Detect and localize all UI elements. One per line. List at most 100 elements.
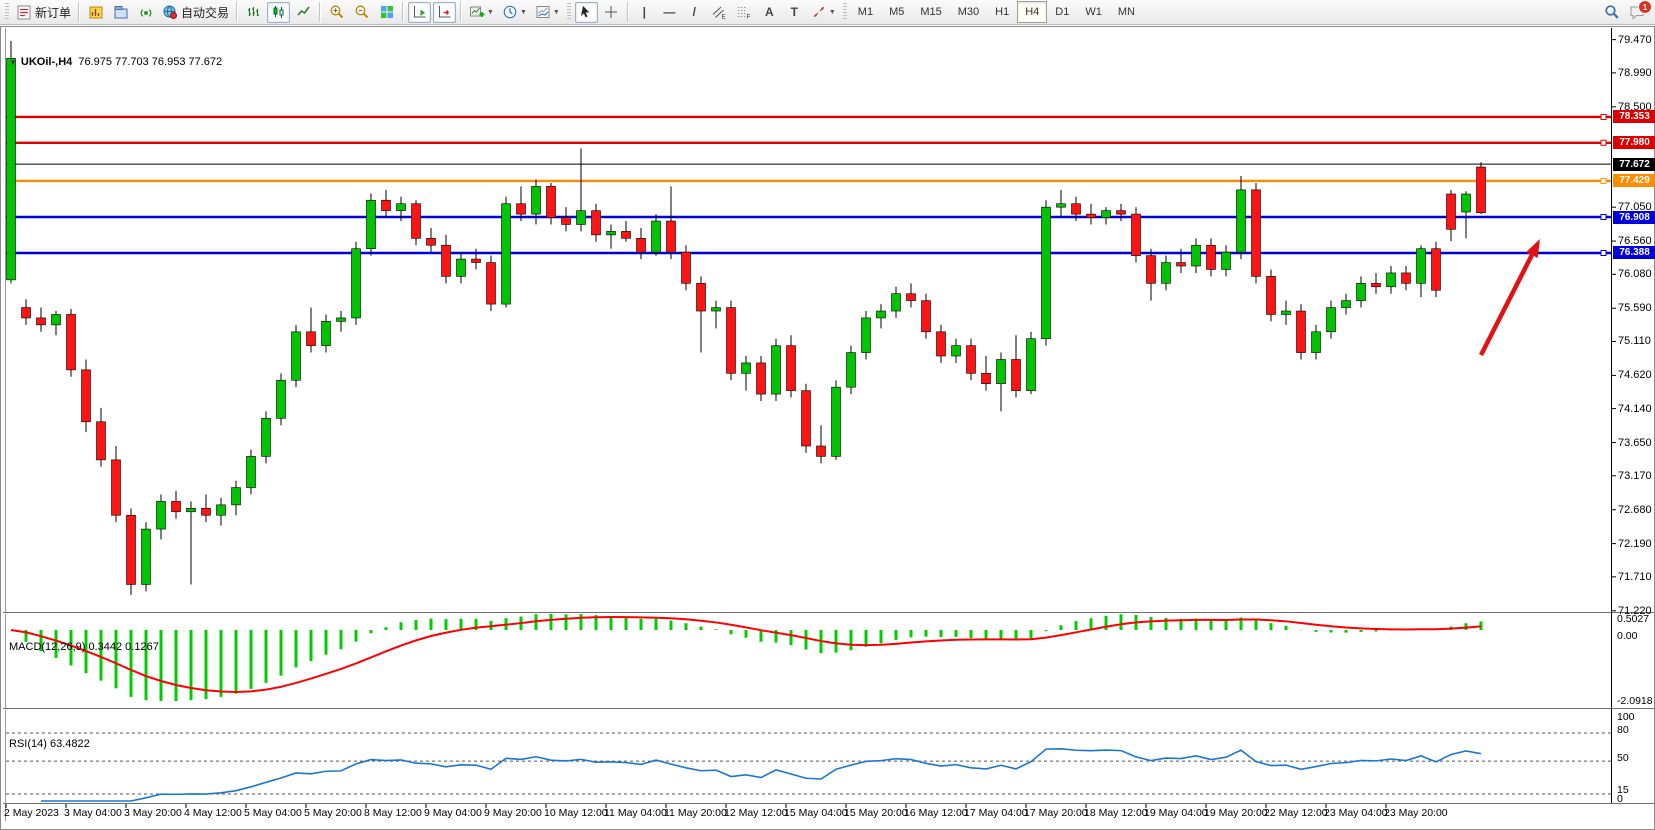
chart-shift-button[interactable] <box>433 2 456 23</box>
candle-body-up[interactable] <box>1237 190 1246 252</box>
hline-button[interactable]: — <box>658 2 681 23</box>
candle-body-down[interactable] <box>412 204 421 239</box>
candle-body-up[interactable] <box>772 346 781 394</box>
indicators-button[interactable]: ▼ <box>466 2 497 23</box>
candle-body-down[interactable] <box>592 211 601 235</box>
timeframe-button-mn[interactable]: MN <box>1110 1 1143 23</box>
profiles-button[interactable] <box>109 2 132 23</box>
candle-body-down[interactable] <box>982 373 991 383</box>
candle-body-up[interactable] <box>1342 301 1351 308</box>
candle-body-down[interactable] <box>667 221 676 252</box>
chart-window[interactable]: ▼UKOil-,H4 76.975 77.703 76.953 77.672 M… <box>0 26 1655 830</box>
chevron-down-icon[interactable]: ▼ <box>520 9 527 16</box>
candle-body-up[interactable] <box>247 456 256 487</box>
zoom-in-button[interactable] <box>325 2 348 23</box>
candle-body-down[interactable] <box>202 508 211 515</box>
candle-body-down[interactable] <box>1402 273 1411 283</box>
timeframe-button-m15[interactable]: M15 <box>912 1 949 23</box>
candle-body-up[interactable] <box>502 204 511 304</box>
line-chart-button[interactable] <box>292 2 315 23</box>
candle-body-up[interactable] <box>277 380 286 418</box>
level-line-handle[interactable] <box>1601 140 1606 145</box>
candle-body-up[interactable] <box>1357 283 1366 300</box>
candle-body-up[interactable] <box>532 186 541 214</box>
crosshair-button[interactable] <box>600 2 623 23</box>
collapse-triangle-icon[interactable]: ▼ <box>9 58 17 67</box>
market-watch-button[interactable] <box>134 2 157 23</box>
candle-body-down[interactable] <box>1087 214 1096 217</box>
candle-body-up[interactable] <box>1192 245 1201 266</box>
candle-body-up[interactable] <box>742 363 751 373</box>
candle-body-down[interactable] <box>82 370 91 422</box>
cursor-button[interactable] <box>575 2 598 23</box>
candle-body-up[interactable] <box>832 387 841 456</box>
label-button[interactable]: T <box>783 2 806 23</box>
candle-body-up[interactable] <box>337 318 346 321</box>
candle-body-up[interactable] <box>877 311 886 318</box>
periods-button[interactable]: ▼ <box>499 2 530 23</box>
timeframe-button-h1[interactable]: H1 <box>987 1 1017 23</box>
candle-body-up[interactable] <box>352 249 361 318</box>
timeframe-button-m5[interactable]: M5 <box>881 1 912 23</box>
arrows-button[interactable]: ▼ <box>808 2 839 23</box>
vline-button[interactable]: | <box>633 2 656 23</box>
candle-body-down[interactable] <box>937 332 946 356</box>
toolbar-grip[interactable] <box>567 3 571 21</box>
candle-body-up[interactable] <box>997 359 1006 383</box>
chat-button[interactable]: 1 <box>1625 1 1648 22</box>
candle-body-down[interactable] <box>907 294 916 301</box>
chart-canvas[interactable] <box>1 27 1655 830</box>
channel-button[interactable]: E <box>708 2 731 23</box>
candle-body-down[interactable] <box>382 200 391 210</box>
candle-body-down[interactable] <box>442 245 451 276</box>
candle-body-up[interactable] <box>1042 207 1051 339</box>
templates-button[interactable]: ▼ <box>532 2 563 23</box>
candle-body-up[interactable] <box>262 418 271 456</box>
search-button[interactable] <box>1600 1 1623 22</box>
candle-body-down[interactable] <box>1012 359 1021 390</box>
candle-body-down[interactable] <box>97 422 106 460</box>
toolbar-grip[interactable] <box>843 3 847 21</box>
candle-body-up[interactable] <box>952 346 961 356</box>
candle-body-up[interactable] <box>712 308 721 311</box>
candle-body-down[interactable] <box>562 218 571 225</box>
candle-body-down[interactable] <box>622 231 631 238</box>
candle-body-up[interactable] <box>1387 273 1396 287</box>
chevron-down-icon[interactable]: ▼ <box>553 9 560 16</box>
zoom-out-button[interactable] <box>350 2 373 23</box>
candle-body-down[interactable] <box>637 238 646 252</box>
timeframe-button-w1[interactable]: W1 <box>1077 1 1110 23</box>
level-line-handle[interactable] <box>1601 250 1606 255</box>
candle-body-down[interactable] <box>1147 256 1156 284</box>
level-line-handle[interactable] <box>1601 178 1606 183</box>
candle-body-down[interactable] <box>487 263 496 305</box>
toolbar-grip[interactable] <box>5 3 9 21</box>
new-order-button[interactable]: 新订单 <box>13 2 74 23</box>
candle-body-up[interactable] <box>322 321 331 345</box>
candle-body-up[interactable] <box>1162 263 1171 284</box>
candle-body-up[interactable] <box>187 508 196 511</box>
candle-body-down[interactable] <box>172 501 181 511</box>
text-button[interactable]: A <box>758 2 781 23</box>
candle-body-up[interactable] <box>292 332 301 380</box>
candle-body-down[interactable] <box>922 301 931 332</box>
candle-body-down[interactable] <box>967 346 976 374</box>
candle-body-down[interactable] <box>727 308 736 374</box>
timeframe-button-m1[interactable]: M1 <box>850 1 881 23</box>
candle-body-down[interactable] <box>427 238 436 245</box>
candle-body-up[interactable] <box>652 221 661 252</box>
chevron-down-icon[interactable]: ▼ <box>487 9 494 16</box>
level-line-handle[interactable] <box>1601 114 1606 119</box>
candle-body-up[interactable] <box>607 231 616 234</box>
candle-body-down[interactable] <box>67 314 76 369</box>
candle-body-up[interactable] <box>52 314 61 324</box>
candle-body-down[interactable] <box>517 204 526 214</box>
candle-body-down[interactable] <box>1447 194 1456 229</box>
auto-scroll-button[interactable] <box>408 2 431 23</box>
candle-body-up[interactable] <box>862 318 871 353</box>
candle-body-down[interactable] <box>1132 214 1141 256</box>
candle-body-down[interactable] <box>682 252 691 283</box>
candle-body-up[interactable] <box>1417 249 1426 284</box>
candle-body-up[interactable] <box>1027 339 1036 391</box>
candle-body-up[interactable] <box>457 259 466 276</box>
